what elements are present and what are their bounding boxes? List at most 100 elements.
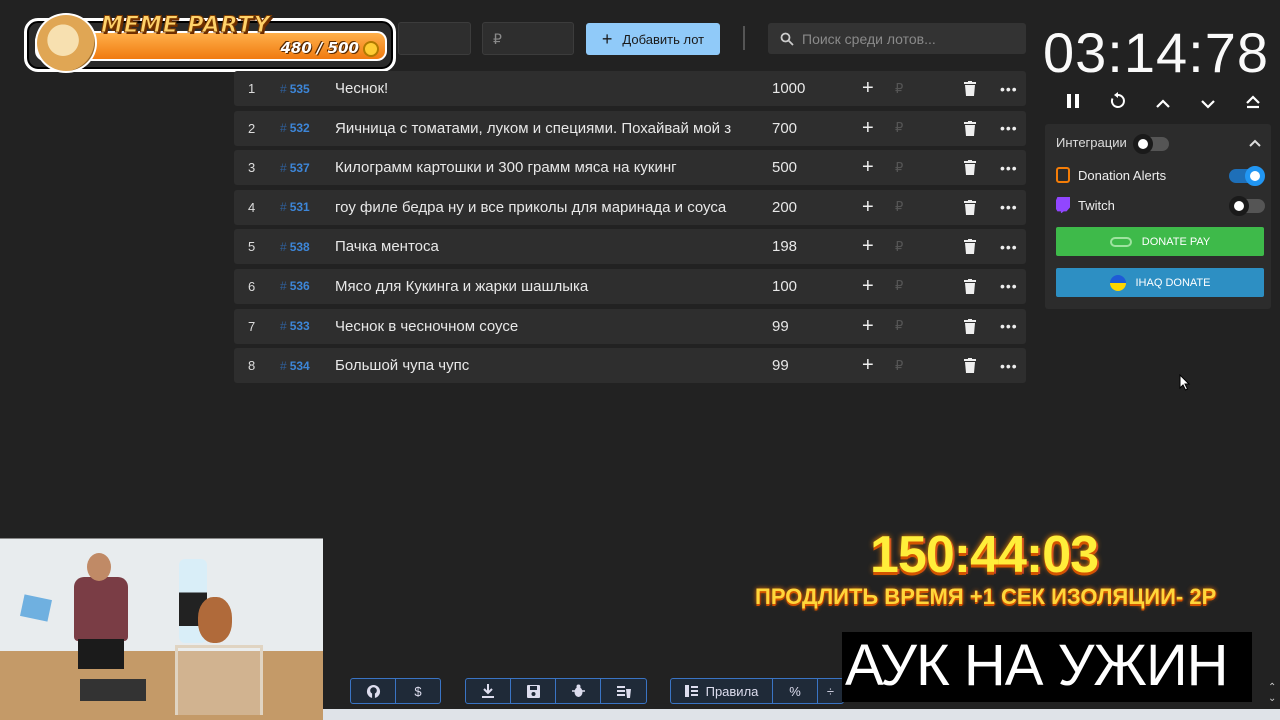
lot-id[interactable]: #537	[280, 161, 310, 175]
lot-id[interactable]: #536	[280, 279, 310, 293]
more-options-button[interactable]: •••	[1000, 160, 1018, 176]
lot-name[interactable]: Мясо для Кукинга и жарки шашлыка	[335, 278, 745, 295]
timer-controls	[1058, 92, 1268, 116]
add-amount-button[interactable]: +	[862, 354, 874, 377]
lot-amount: 1000	[772, 80, 806, 97]
sort-icon[interactable]: ÷	[818, 679, 843, 703]
donation-alerts-row: Donation Alerts	[1056, 167, 1166, 183]
amount-input[interactable]: ₽	[895, 81, 903, 97]
add-amount-button[interactable]: +	[862, 315, 874, 338]
more-options-button[interactable]: •••	[1000, 318, 1018, 334]
lot-id[interactable]: #532	[280, 121, 310, 135]
amount-input[interactable]: ₽	[895, 160, 903, 176]
bottom-group-file	[465, 678, 647, 704]
amount-input[interactable]: ₽	[895, 278, 903, 294]
download-icon[interactable]	[466, 679, 511, 703]
bug-icon[interactable]	[556, 679, 601, 703]
github-icon[interactable]	[351, 679, 396, 703]
more-options-button[interactable]: •••	[1000, 358, 1018, 374]
max-time-button[interactable]	[1238, 92, 1268, 116]
amount-input[interactable]: ₽	[895, 239, 903, 255]
dollar-icon[interactable]: $	[396, 679, 440, 703]
webcam-person	[74, 577, 128, 641]
amount-input[interactable]: ₽	[895, 318, 903, 334]
reset-button[interactable]	[1103, 92, 1133, 116]
more-options-button[interactable]: •••	[1000, 239, 1018, 255]
more-options-button[interactable]: •••	[1000, 120, 1018, 136]
add-amount-button[interactable]: +	[862, 117, 874, 140]
trash-icon[interactable]	[964, 160, 976, 176]
collapse-chevron-up-icon[interactable]	[1249, 134, 1261, 150]
lot-id[interactable]: #533	[280, 319, 310, 333]
amount-input[interactable]: ₽	[895, 120, 903, 136]
hash-icon: #	[280, 200, 287, 215]
increase-time-button[interactable]	[1148, 92, 1178, 116]
lot-row: 3 #537 Килограмм картошки и 300 грамм мя…	[234, 150, 1026, 186]
pause-button[interactable]	[1058, 92, 1088, 116]
add-amount-button[interactable]: +	[862, 156, 874, 179]
rules-button[interactable]: Правила	[671, 679, 773, 703]
twitch-label: Twitch	[1078, 197, 1115, 213]
amount-input[interactable]: ₽	[895, 358, 903, 374]
trash-icon[interactable]	[964, 239, 976, 255]
lot-id[interactable]: #531	[280, 200, 310, 214]
save-icon[interactable]	[511, 679, 556, 703]
lot-row: 1 #535 Чеснок! 1000 + ₽ •••	[234, 71, 1026, 106]
lot-amount-input[interactable]: ₽	[482, 22, 574, 55]
lot-position: 4	[248, 199, 256, 215]
integrations-toggle[interactable]	[1133, 134, 1169, 154]
add-amount-button[interactable]: +	[862, 196, 874, 219]
scroll-arrows-icon[interactable]: ⌃ ⌄	[1268, 682, 1276, 704]
lot-id[interactable]: #535	[280, 82, 310, 96]
add-lot-label: Добавить лот	[622, 31, 705, 47]
iq-donate-button[interactable]: IHAQ DONATE	[1056, 268, 1264, 297]
trash-icon[interactable]	[964, 120, 976, 136]
webcam-person-head	[87, 553, 111, 581]
lot-row: 6 #536 Мясо для Кукинга и жарки шашлыка …	[234, 268, 1026, 304]
hash-icon: #	[280, 160, 287, 175]
lot-row: 7 #533 Чеснок в чесночном соусе 99 + ₽ •…	[234, 308, 1026, 344]
lot-name[interactable]: Яичница с томатами, луком и специями. По…	[335, 120, 745, 137]
webcam-overlay	[0, 538, 323, 720]
trash-icon[interactable]	[964, 199, 976, 215]
trash-icon[interactable]	[964, 358, 976, 374]
search-input[interactable]: Поиск среди лотов...	[768, 23, 1026, 54]
meme-party-count: 480 / 500	[280, 39, 359, 57]
lot-id[interactable]: #538	[280, 240, 310, 254]
more-options-button[interactable]: •••	[1000, 81, 1018, 97]
add-lot-button[interactable]: + Добавить лот	[586, 23, 720, 55]
donatepay-button[interactable]: DONATE PAY	[1056, 227, 1264, 256]
more-options-button[interactable]: •••	[1000, 199, 1018, 215]
trash-icon[interactable]	[964, 81, 976, 96]
trash-icon[interactable]	[964, 278, 976, 294]
plus-icon: +	[601, 29, 613, 49]
lot-position: 8	[248, 358, 256, 374]
lot-amount: 99	[772, 357, 789, 375]
twitch-toggle[interactable]	[1229, 196, 1265, 216]
lot-name[interactable]: Килограмм картошки и 300 грамм мяса на к…	[335, 159, 745, 176]
add-amount-button[interactable]: +	[862, 235, 874, 258]
lot-name[interactable]: Большой чупа чупс	[335, 357, 745, 374]
lot-id[interactable]: #534	[280, 359, 310, 373]
lot-name[interactable]: Пачка ментоса	[335, 238, 745, 255]
percent-button[interactable]: %	[773, 679, 818, 703]
lot-position: 3	[248, 160, 256, 176]
more-options-button[interactable]: •••	[1000, 278, 1018, 294]
donation-alerts-toggle[interactable]	[1229, 166, 1265, 186]
iq-donate-logo-icon	[1109, 274, 1126, 291]
clear-list-icon[interactable]	[601, 679, 646, 703]
decrease-time-button[interactable]	[1193, 92, 1223, 116]
toggle-knob	[1229, 196, 1249, 216]
lot-name[interactable]: Чеснок!	[335, 80, 745, 97]
add-amount-button[interactable]: +	[862, 77, 874, 100]
add-amount-button[interactable]: +	[862, 275, 874, 298]
trash-icon[interactable]	[964, 318, 976, 334]
auction-timer: 03:14:78	[1043, 21, 1269, 84]
bottom-group-rules: Правила % ÷	[670, 678, 844, 704]
lot-name-input[interactable]	[398, 22, 471, 55]
donation-alerts-label: Donation Alerts	[1078, 167, 1167, 183]
amount-input[interactable]: ₽	[895, 199, 903, 215]
lot-name[interactable]: гоу филе бедра ну и все приколы для мари…	[335, 199, 745, 216]
lot-name[interactable]: Чеснок в чесночном соусе	[335, 318, 745, 335]
webcam-table	[175, 645, 263, 715]
